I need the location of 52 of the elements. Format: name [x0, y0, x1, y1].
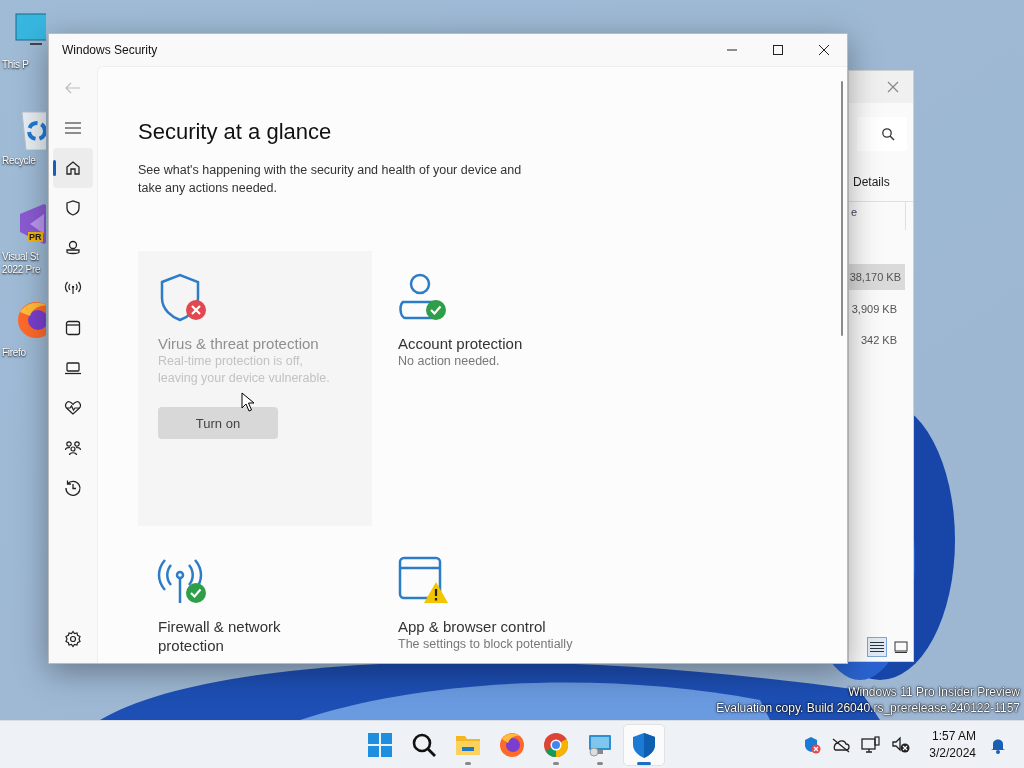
scrollbar[interactable] — [841, 81, 843, 336]
heartbeat-icon — [64, 399, 82, 417]
taskbar-app[interactable] — [624, 724, 664, 765]
window-icon — [64, 319, 82, 337]
page-description: See what's happening with the security and health of your device and take any actions needed. — [138, 162, 523, 197]
card-title: Firewall & network protection — [158, 617, 282, 655]
security-card[interactable]: Firewall & network protection — [138, 534, 372, 663]
shield-icon — [630, 730, 658, 759]
card-description: No action needed. — [398, 353, 500, 370]
back-arrow-icon — [65, 82, 81, 94]
menu-icon — [65, 122, 81, 134]
file-row[interactable]: 342 KB — [849, 324, 905, 355]
card-title: Virus & threat protection — [158, 334, 319, 353]
file-row[interactable]: 38,170 KB — [849, 264, 905, 290]
security-card[interactable]: Account protection No action needed. — [378, 251, 612, 526]
security-alert-icon[interactable] — [803, 735, 822, 754]
card-description: The settings to block potentially — [398, 636, 573, 653]
close-icon — [819, 45, 829, 55]
settings-icon — [64, 630, 82, 648]
chrome-browser-icon — [542, 730, 570, 759]
close-icon[interactable] — [887, 81, 899, 93]
people-icon — [64, 439, 82, 457]
shield-icon — [64, 199, 82, 217]
sidebar-item[interactable] — [53, 148, 93, 188]
search-icon[interactable] — [881, 127, 895, 141]
tiles-icon — [894, 641, 908, 653]
start-icon — [366, 730, 394, 759]
maximize-icon — [773, 45, 783, 55]
file-row[interactable]: 3,909 KB — [849, 293, 905, 324]
person-icon — [64, 239, 82, 257]
clock-time[interactable]: 1:57 AM — [931, 727, 976, 745]
details-tab[interactable]: Details — [853, 175, 890, 189]
antenna-icon — [64, 279, 82, 297]
details-view-button[interactable] — [867, 637, 887, 657]
home-icon — [64, 159, 82, 177]
turn-on-button[interactable]: Turn on — [158, 407, 278, 439]
history-icon — [64, 479, 82, 497]
network-icon[interactable] — [861, 735, 882, 754]
cloud-off-icon[interactable] — [831, 736, 852, 753]
clock-date[interactable]: 3/2/2024 — [929, 744, 976, 762]
volume-muted-icon[interactable] — [891, 735, 912, 754]
preview-badge: PR — [28, 232, 43, 242]
page-heading: Security at a glance — [138, 119, 333, 145]
laptop-icon — [64, 359, 82, 377]
card-title: App & browser control — [398, 617, 546, 636]
cursor-icon — [241, 392, 255, 412]
window-title: Windows Security — [61, 43, 159, 57]
column-header[interactable]: e — [851, 206, 858, 218]
card-title: Account protection — [398, 334, 523, 353]
list-icon — [870, 641, 884, 653]
security-card[interactable]: App & browser control The settings to block potentially — [378, 534, 612, 663]
fox-browser-icon — [498, 730, 526, 759]
